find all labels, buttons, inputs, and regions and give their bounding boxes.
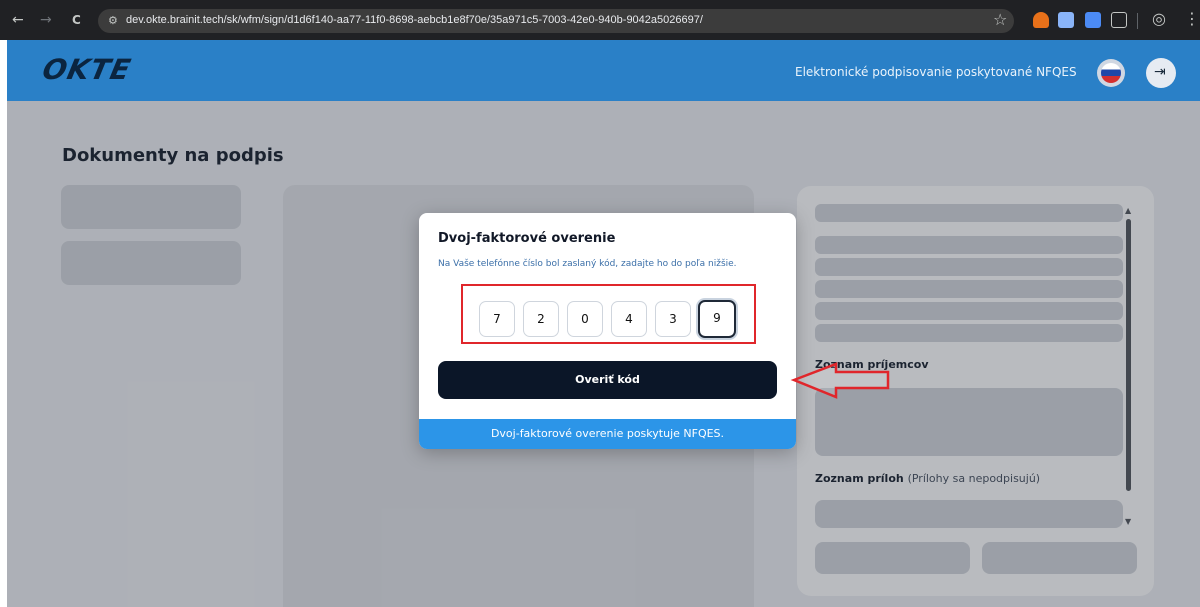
extension-icon[interactable]	[1058, 12, 1074, 28]
two-factor-dialog: Dvoj-faktorové overenie Na Vaše telefónn…	[419, 213, 796, 449]
profile-icon[interactable]: ◎	[1152, 10, 1166, 28]
dialog-description: Na Vaše telefónne číslo bol zaslaný kód,…	[438, 259, 737, 269]
code-digit-input[interactable]: 0	[567, 301, 603, 337]
code-digit-input-active[interactable]: 9	[698, 300, 736, 338]
extensions-puzzle-icon[interactable]	[1111, 12, 1127, 28]
forward-icon[interactable]: →	[40, 11, 52, 29]
code-digit-input[interactable]: 3	[655, 301, 691, 337]
browser-toolbar: ← → C ⚙ dev.okte.brainit.tech/sk/wfm/sig…	[0, 0, 1200, 40]
site-settings-icon[interactable]: ⚙	[108, 14, 122, 28]
reload-icon[interactable]: C	[72, 11, 81, 29]
language-switch-button[interactable]	[1097, 59, 1125, 87]
slovak-flag-icon	[1101, 63, 1121, 83]
logout-button[interactable]: ⇥	[1146, 58, 1176, 88]
code-digit-input[interactable]: 2	[523, 301, 559, 337]
dialog-title: Dvoj-faktorové overenie	[438, 231, 616, 246]
address-bar[interactable]: ⚙ dev.okte.brainit.tech/sk/wfm/sign/d1d6…	[98, 9, 1014, 33]
browser-menu-icon[interactable]: ⋮	[1184, 10, 1200, 28]
bookmark-star-icon[interactable]: ☆	[993, 10, 1007, 29]
translate-extension-icon[interactable]	[1085, 12, 1101, 28]
dialog-footer-note: Dvoj-faktorové overenie poskytuje NFQES.	[419, 419, 796, 449]
extension-icon[interactable]	[1033, 12, 1049, 28]
toolbar-divider	[1137, 13, 1138, 29]
url-text[interactable]: dev.okte.brainit.tech/sk/wfm/sign/d1d6f1…	[126, 14, 703, 26]
okte-logo[interactable]: OKTE	[39, 53, 134, 86]
back-icon[interactable]: ←	[12, 11, 24, 29]
app-header: OKTE Elektronické podpisovanie poskytova…	[7, 40, 1200, 101]
logout-icon: ⇥	[1154, 64, 1166, 80]
code-digit-input[interactable]: 7	[479, 301, 515, 337]
code-digit-input[interactable]: 4	[611, 301, 647, 337]
header-title: Elektronické podpisovanie poskytované NF…	[795, 65, 1077, 79]
verify-code-button[interactable]: Overiť kód	[438, 361, 777, 399]
annotation-arrow-icon	[790, 362, 890, 399]
